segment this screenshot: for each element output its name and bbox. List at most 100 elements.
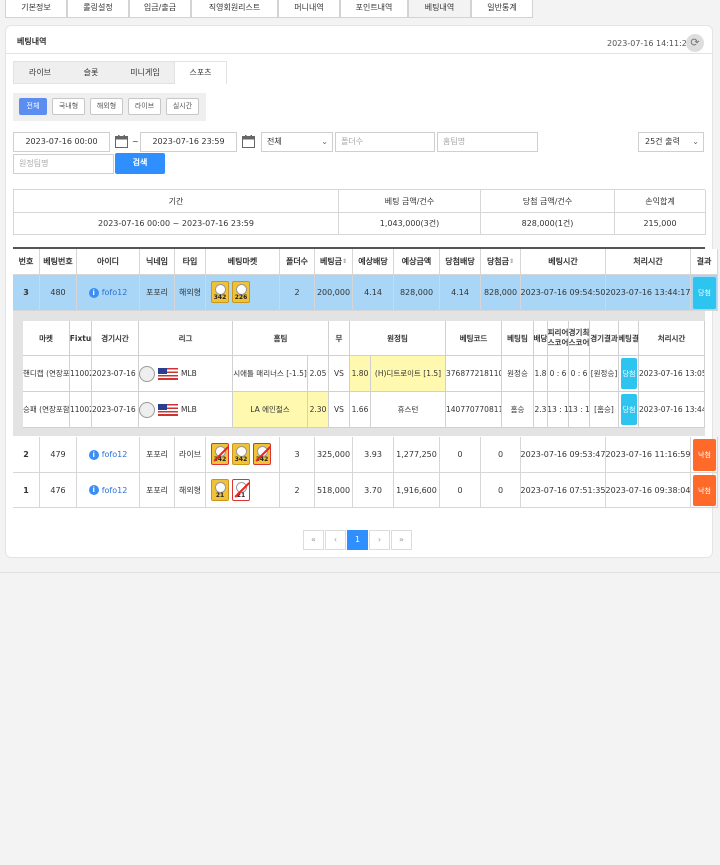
baseball-icon[interactable]: 342 [211,443,229,465]
cell-no: 1 [13,473,40,508]
d-period: 13 : 1 [548,392,569,428]
baseball-icon[interactable]: 342 [211,281,229,303]
calendar-icon[interactable] [242,135,255,148]
d-away: 휴스턴 [371,392,446,428]
th-result: 결과 [691,249,718,275]
cell-amount: 200,000 [315,275,353,311]
th-user: 아이디 [77,249,140,275]
tab-betting[interactable]: 베팅내역 [408,0,471,18]
date-from-input[interactable]: 2023-07-16 00:00 [13,132,110,152]
cell-no: 2 [13,437,40,473]
result-badge-win[interactable]: 당첨 [693,277,716,309]
dropdown-chevron-icon: ⌄ [692,137,699,146]
subtab-sports[interactable]: 스포츠 [174,62,227,84]
subtab-minigame[interactable]: 미니게임 [116,62,174,84]
status-select[interactable]: 전체 ⌄ [261,132,333,152]
th-win-amount-label: 당첨금 [486,257,510,266]
d-odds: 2.3 [534,392,548,428]
market-code: 226 [234,294,248,301]
baseball-icon[interactable]: 342 [253,443,271,465]
d-code: 376877218110( [446,356,502,392]
sub-tabs: 라이브 슬롯 미니게임 스포츠 [13,61,227,84]
cell-result: 낙첨 [691,473,718,508]
info-icon[interactable]: i [88,287,99,298]
search-button[interactable]: 검색 [115,153,165,174]
date-to-input[interactable]: 2023-07-16 23:59 [140,132,237,152]
d-game-result: [원정승] [590,356,619,392]
calendar-icon[interactable] [115,135,128,148]
tab-rolling[interactable]: 롤링설정 [67,0,129,18]
cell-user[interactable]: i fofo12 [77,275,140,311]
baseball-icon[interactable]: 21 [232,479,250,501]
dth-fixture: Fixtu [70,321,92,356]
page-prev[interactable]: ‹ [325,530,346,550]
user-link[interactable]: fofo12 [102,486,128,495]
d-period: 0 : 6 [548,356,569,392]
refresh-icon[interactable]: ⟳ [686,34,704,52]
baseball-icon[interactable]: 226 [232,281,250,303]
dth-home: 홈팀 [233,321,329,356]
summary-profit: 215,000 [615,213,706,235]
d-away-odds: 1.80 [350,356,371,392]
th-win-amount[interactable]: 당첨금 ⇕ [481,249,521,275]
sort-icon: ⇕ [509,258,515,265]
subtab-slot[interactable]: 슬롯 [66,62,116,84]
dth-period: 피리어 스코어 [548,321,569,356]
page-next[interactable]: › [369,530,390,550]
result-badge-lose[interactable]: 낙첨 [693,439,716,471]
cell-result: 당첨 [691,275,718,311]
cell-bet-time: 2023-07-16 09:54:50 [521,275,606,311]
cell-no: 3 [13,275,40,311]
page-first[interactable]: « [303,530,324,550]
page-current[interactable]: 1 [347,530,368,550]
filter-type-group: 전체 국내형 해외형 라이브 실시간 [13,93,206,121]
info-icon[interactable]: i [88,449,99,460]
baseball-icon[interactable]: 342 [232,443,250,465]
market-code: 342 [234,456,248,463]
user-link[interactable]: fofo12 [102,288,128,297]
cell-win-odds: 4.14 [440,275,481,311]
d-away: (H)디트로이트 [1.5] [371,356,446,392]
filter-domestic[interactable]: 국내형 [52,98,85,115]
th-nick: 닉네임 [140,249,175,275]
summary-header-win: 당첨 금액/건수 [481,190,615,213]
market-code: 21 [215,492,225,499]
tab-points[interactable]: 포인트내역 [340,0,408,18]
result-badge-lose[interactable]: 낙첨 [693,475,716,506]
filter-all[interactable]: 전체 [19,98,47,115]
summary-period: 2023-07-16 00:00 ~ 2023-07-16 23:59 [14,213,339,235]
cell-market: 21 21 [206,473,280,508]
result-badge-win[interactable]: 당첨 [621,394,637,425]
user-link[interactable]: fofo12 [102,450,128,459]
date-tilde: ~ [132,137,139,146]
tab-stats[interactable]: 일반통계 [471,0,533,18]
cell-user[interactable]: i fofo12 [77,437,140,473]
page-last[interactable]: » [391,530,412,550]
per-page-select[interactable]: 25건 출력 ⌄ [638,132,704,152]
d-home-odds: 2.30 [308,392,329,428]
info-icon[interactable]: i [88,485,99,495]
baseball-icon[interactable]: 21 [211,479,229,501]
th-amount[interactable]: 베팅금 ⇕ [315,249,353,275]
tab-deposit[interactable]: 입금/출금 [129,0,191,18]
market-code: 342 [255,456,269,463]
dth-bet-result: 베팅결 [619,321,639,356]
result-badge-win[interactable]: 당첨 [621,358,637,389]
away-team-input[interactable]: 원정팀명 [13,154,114,174]
th-no: 번호 [13,249,40,275]
cell-amount: 325,000 [315,437,353,473]
cell-user[interactable]: i fofo12 [77,473,140,508]
filter-overseas[interactable]: 해외형 [90,98,123,115]
th-odds: 예상배당 [353,249,394,275]
tab-members[interactable]: 직영회원리스트 [191,0,278,18]
filter-realtime[interactable]: 실시간 [166,98,199,115]
filter-live[interactable]: 라이브 [128,98,161,115]
cell-win-amount: 0 [481,473,521,508]
tab-basic-info[interactable]: 기본정보 [5,0,67,18]
tab-money[interactable]: 머니내역 [278,0,340,18]
cell-win-amount: 828,000 [481,275,521,311]
home-team-input[interactable]: 홈팀명 [437,132,538,152]
folder-count-input[interactable]: 폴더수 [335,132,435,152]
dth-league: 리그 [139,321,233,356]
subtab-live[interactable]: 라이브 [14,62,66,84]
